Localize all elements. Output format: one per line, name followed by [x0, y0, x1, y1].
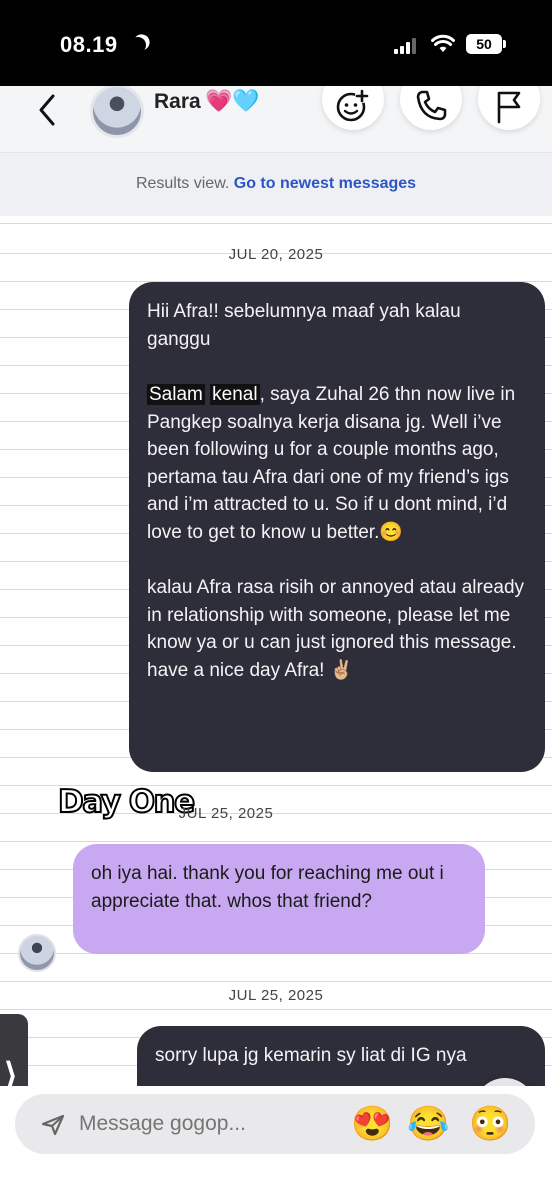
- emoji-laugh-button[interactable]: 😂: [407, 1104, 449, 1144]
- message-bubble-outgoing[interactable]: Hii Afra!! sebelumnya maaf yah kalau gan…: [129, 282, 545, 772]
- status-time: 08.19: [60, 32, 118, 57]
- moon-icon: [129, 36, 148, 55]
- emoji-heart-eyes-button[interactable]: 😍: [351, 1104, 393, 1144]
- status-bar: 08.19 50: [0, 0, 552, 86]
- highlighted-word: Salam: [147, 384, 205, 405]
- report-button[interactable]: [478, 86, 540, 130]
- battery-cap: [503, 40, 506, 48]
- flag-icon: [497, 91, 521, 124]
- message-paragraph: kalau Afra rasa risih or annoyed atau al…: [147, 577, 525, 681]
- phone-icon: [416, 90, 447, 121]
- message-input[interactable]: [79, 1112, 339, 1136]
- back-icon[interactable]: [34, 92, 60, 128]
- call-button[interactable]: [400, 86, 462, 130]
- message-bubble-incoming[interactable]: oh iya hai. thank you for reaching me ou…: [73, 844, 485, 954]
- message-thread[interactable]: JUL 20, 2025 Hii Afra!! sebelumnya maaf …: [0, 216, 552, 1146]
- contact-name[interactable]: Rara: [154, 90, 201, 114]
- battery-icon: 50: [466, 34, 502, 54]
- chat-header: Rara 💗🩵: [0, 86, 552, 152]
- signal-icon: [394, 38, 420, 54]
- battery-level: 50: [476, 36, 492, 52]
- message-composer: 😍 😂 😳: [15, 1094, 535, 1154]
- highlighted-word: kenal: [210, 384, 260, 405]
- message-text: sorry lupa jg kemarin sy liat di IG nya: [155, 1045, 467, 1066]
- go-to-newest-link[interactable]: Go to newest messages: [234, 175, 416, 192]
- date-separator: JUL 25, 2025: [178, 805, 274, 822]
- message-text: , saya Zuhal 26 thn now live in Pangkep …: [147, 384, 516, 543]
- contact-avatar-small[interactable]: [18, 934, 56, 972]
- sticker-effects-button[interactable]: [322, 86, 384, 130]
- message-paragraph: Salam kenal, saya Zuhal 26 thn now live …: [147, 381, 527, 546]
- results-banner-text: Results view. Go to newest messages: [0, 175, 552, 193]
- face-plus-icon: [336, 89, 369, 122]
- results-view-banner: Results view. Go to newest messages: [0, 152, 552, 216]
- wifi-icon: [431, 34, 455, 52]
- message-text: oh iya hai. thank you for reaching me ou…: [91, 863, 444, 912]
- composer-area: 😍 😂 😳: [0, 1086, 552, 1200]
- chat-app: Rara 💗🩵 Results view. Go to newest messa…: [0, 86, 552, 1200]
- date-separator: JUL 20, 2025: [228, 246, 324, 263]
- send-icon[interactable]: [41, 1114, 65, 1136]
- contact-avatar[interactable]: [90, 86, 144, 138]
- message-paragraph: Hii Afra!! sebelumnya maaf yah kalau gan…: [147, 301, 461, 350]
- contact-name-emoji: 💗🩵: [205, 88, 260, 113]
- results-label: Results view.: [135, 175, 230, 192]
- date-separator: JUL 25, 2025: [228, 987, 324, 1004]
- emoji-flushed-button[interactable]: 😳: [469, 1104, 511, 1144]
